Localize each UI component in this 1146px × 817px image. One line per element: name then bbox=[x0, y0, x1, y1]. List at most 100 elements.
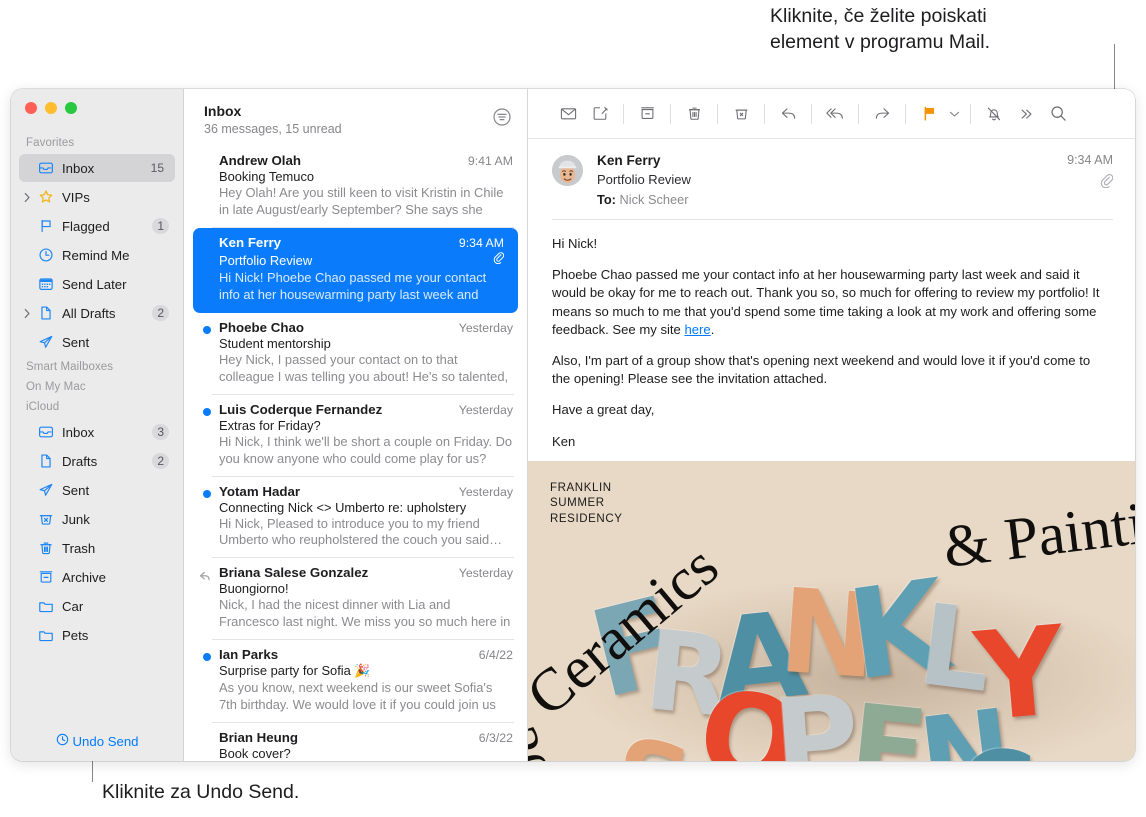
sidebar-item-vips[interactable]: VIPs bbox=[19, 183, 175, 211]
message-sender: Ken Ferry bbox=[219, 235, 282, 250]
message-subject: Book cover? bbox=[219, 746, 291, 761]
message-list-item[interactable]: Luis Coderque Fernandez Yesterday Extras… bbox=[184, 395, 527, 477]
body-paragraph-2: Also, I'm part of a group show that's op… bbox=[552, 352, 1091, 387]
forward-icon[interactable] bbox=[866, 100, 898, 128]
compose-icon[interactable] bbox=[584, 100, 616, 128]
message-sender: Yotam Hadar bbox=[219, 483, 301, 499]
sidebar-section-header: On My Mac bbox=[26, 381, 86, 393]
message-preview: Hey Olah! Are you still keen to visit Kr… bbox=[219, 185, 504, 219]
sidebar-item-badge: 1 bbox=[152, 218, 169, 234]
sidebar-item-sent[interactable]: Sent bbox=[19, 476, 175, 504]
message-preview: Nick, I had the nicest dinner with Lia a… bbox=[219, 597, 511, 631]
mailbox-title: Inbox bbox=[204, 103, 242, 119]
sidebar-item-inbox[interactable]: Inbox 15 bbox=[19, 154, 175, 182]
toolbar-divider bbox=[811, 103, 812, 124]
sidebar-item-label: Flagged bbox=[62, 218, 110, 234]
sidebar-item-pets[interactable]: Pets bbox=[19, 621, 175, 649]
message-rows[interactable]: Andrew Olah 9:41 AM Booking Temuco Hey O… bbox=[184, 146, 527, 761]
sidebar-item-all-drafts[interactable]: All Drafts 2 bbox=[19, 299, 175, 327]
sidebar-section-header: Favorites bbox=[26, 137, 75, 149]
archive-icon bbox=[35, 569, 57, 585]
undo-clock-icon bbox=[56, 733, 69, 749]
sidebar-item-inbox[interactable]: Inbox 3 bbox=[19, 418, 175, 446]
sidebar-item-trash[interactable]: Trash bbox=[19, 534, 175, 562]
sidebar-item-flagged[interactable]: Flagged 1 bbox=[19, 212, 175, 240]
message-toolbar bbox=[528, 89, 1135, 139]
search-icon[interactable] bbox=[1042, 100, 1074, 128]
sidebar-item-badge: 15 bbox=[150, 161, 164, 175]
message-list-item[interactable]: Ian Parks 6/4/22 Surprise party for Sofi… bbox=[184, 640, 527, 724]
sidebar-item-badge: 2 bbox=[152, 453, 169, 469]
sidebar-item-label: VIPs bbox=[62, 189, 90, 205]
sidebar-item-drafts[interactable]: Drafts 2 bbox=[19, 447, 175, 475]
inbox-icon bbox=[35, 424, 57, 440]
sidebar-item-junk[interactable]: Junk bbox=[19, 505, 175, 533]
filter-icon[interactable] bbox=[491, 106, 513, 133]
message-date: 6/3/22 bbox=[478, 731, 513, 746]
callout-undo-send-hint: Kliknite za Undo Send. bbox=[102, 781, 300, 803]
message-list-item[interactable]: Brian Heung 6/3/22 Book cover? Hi Nick, … bbox=[184, 723, 527, 761]
flag-icon[interactable] bbox=[913, 100, 945, 128]
sidebar-item-sent[interactable]: Sent bbox=[19, 328, 175, 356]
reply-icon[interactable] bbox=[772, 100, 804, 128]
message-subject: Extras for Friday? bbox=[219, 418, 321, 433]
callout-leader-line-top bbox=[1114, 44, 1115, 89]
poster-residency-label: FRANKLIN SUMMER RESIDENCY bbox=[550, 481, 623, 525]
mailbox-list[interactable]: Favorites Inbox 15 VIPs Flagged 1 Remind M… bbox=[11, 123, 183, 721]
body-greeting: Hi Nick! bbox=[552, 236, 598, 251]
flag-icon bbox=[35, 218, 57, 234]
reply-all-icon[interactable] bbox=[819, 100, 851, 128]
star-icon bbox=[35, 189, 57, 205]
close-window-button[interactable] bbox=[25, 102, 37, 114]
reading-pane: Ken Ferry Portfolio Review To: Nick Sche… bbox=[528, 89, 1135, 761]
chevron-double-right-icon[interactable] bbox=[1010, 100, 1042, 128]
sidebar-item-badge: 3 bbox=[152, 424, 169, 440]
zoom-window-button[interactable] bbox=[65, 102, 77, 114]
message-list-item[interactable]: Yotam Hadar Yesterday Connecting Nick <>… bbox=[184, 477, 527, 559]
sidebar-item-remind-me[interactable]: Remind Me bbox=[19, 241, 175, 269]
toolbar-divider bbox=[717, 103, 718, 124]
sidebar-item-label: Car bbox=[62, 598, 84, 614]
sidebar-item-label: Pets bbox=[62, 627, 89, 643]
body-p1-tail: . bbox=[710, 321, 715, 337]
message-preview: As you know, next weekend is our sweet S… bbox=[219, 680, 496, 714]
sidebar-item-car[interactable]: Car bbox=[19, 592, 175, 620]
toolbar-divider bbox=[623, 103, 624, 124]
minimize-window-button[interactable] bbox=[45, 102, 57, 114]
message-preview: Hi Nick, Pleased to introduce you to my … bbox=[219, 515, 503, 548]
archive-box-icon[interactable] bbox=[631, 100, 663, 128]
undo-send-button[interactable]: Undo Send bbox=[56, 733, 139, 749]
message-date: Yesterday bbox=[458, 484, 513, 499]
message-list-item[interactable]: Phoebe Chao Yesterday Student mentorship… bbox=[184, 313, 527, 395]
sidebar-item-label: Sent bbox=[62, 334, 90, 350]
message-date: 9:34 AM bbox=[458, 236, 504, 250]
paperplane-icon bbox=[35, 482, 57, 498]
message-sender: Andrew Olah bbox=[219, 153, 302, 168]
undo-send-bar: Undo Send bbox=[11, 721, 183, 761]
attachment-poster-image[interactable]: FRANKLYOPENSCU FRANKLIN SUMMER RESIDENCY… bbox=[528, 460, 1135, 761]
envelope-icon[interactable] bbox=[552, 100, 584, 128]
message-list-item[interactable]: Briana Salese Gonzalez Yesterday Buongio… bbox=[184, 558, 527, 641]
sidebar-item-archive[interactable]: Archive bbox=[19, 563, 175, 591]
chevron-right-icon[interactable] bbox=[20, 308, 35, 319]
chevron-down-icon[interactable] bbox=[945, 110, 963, 118]
message-list-item[interactable]: Ken Ferry 9:34 AM Portfolio Review Hi Ni… bbox=[193, 228, 518, 313]
site-link[interactable]: here bbox=[684, 322, 710, 337]
document-icon bbox=[35, 453, 57, 469]
junk-icon[interactable] bbox=[725, 100, 757, 128]
sidebar-item-label: Sent bbox=[62, 482, 90, 498]
bell-slash-icon[interactable] bbox=[978, 100, 1010, 128]
message-subject: Portfolio Review bbox=[219, 252, 313, 268]
chevron-right-icon[interactable] bbox=[20, 192, 35, 203]
undo-send-label: Undo Send bbox=[72, 733, 139, 749]
message-list-item[interactable]: Andrew Olah 9:41 AM Booking Temuco Hey O… bbox=[184, 146, 527, 228]
replied-arrow-icon bbox=[199, 569, 212, 587]
mail-window: Favorites Inbox 15 VIPs Flagged 1 Remind M… bbox=[11, 89, 1135, 761]
sidebar-item-send-later[interactable]: Send Later bbox=[19, 270, 175, 298]
toolbar-divider bbox=[905, 103, 906, 124]
folder-icon bbox=[35, 627, 57, 643]
paperclip-icon[interactable] bbox=[1067, 173, 1114, 193]
message-preview: Hi Nick! Phoebe Chao passed me your cont… bbox=[219, 270, 487, 304]
trash-icon[interactable] bbox=[678, 100, 710, 128]
window-controls bbox=[11, 89, 183, 123]
